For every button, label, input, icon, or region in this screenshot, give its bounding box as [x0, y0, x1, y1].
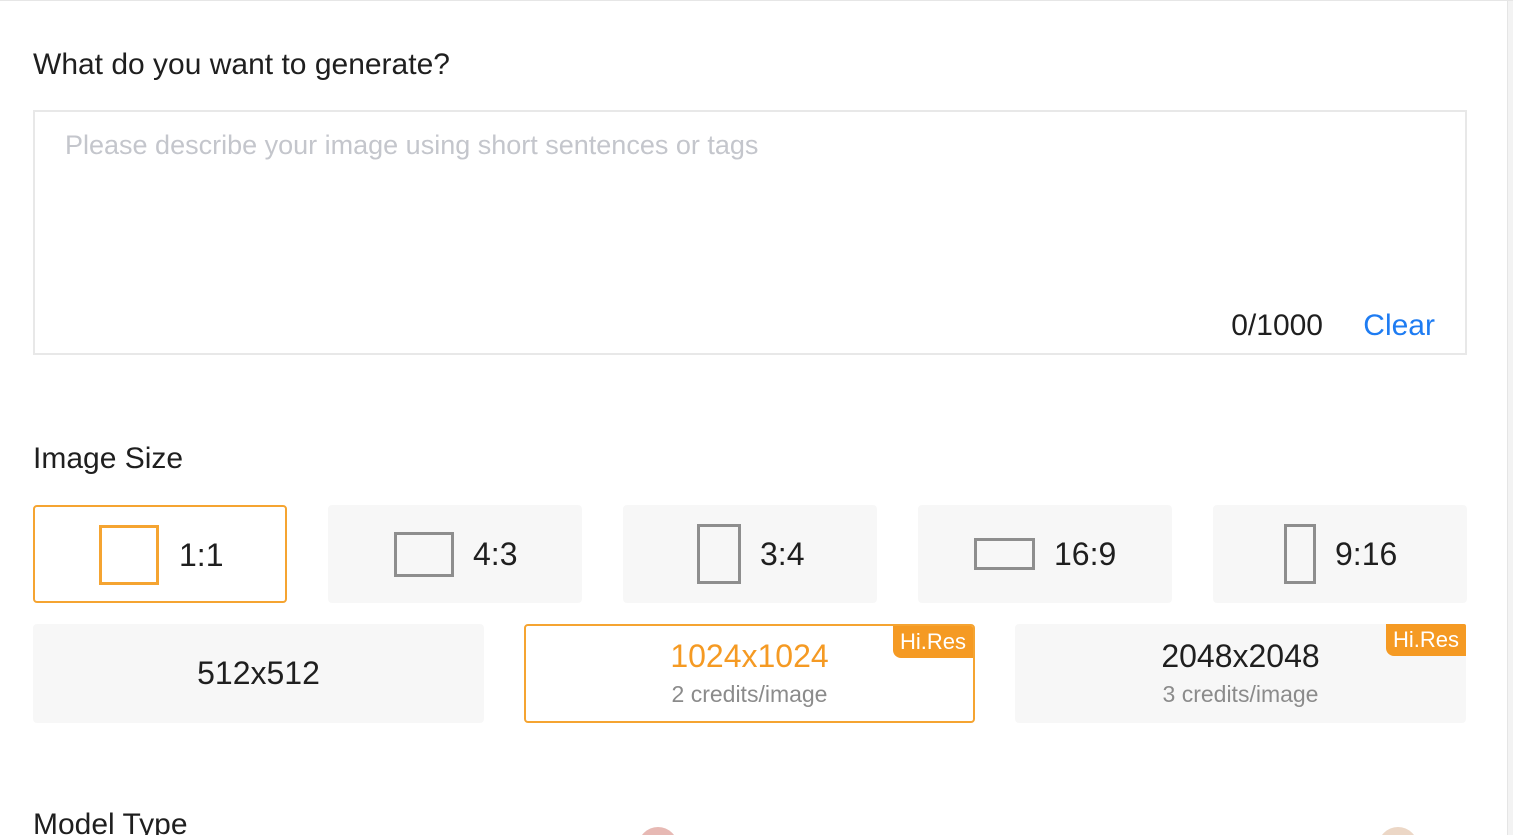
portrait-3-4-ratio-icon	[697, 524, 741, 584]
resolution-options: 512x512 1024x1024 2 credits/image Hi.Res…	[33, 624, 1467, 723]
resolution-option-512[interactable]: 512x512	[33, 624, 484, 723]
generator-panel: What do you want to generate? 0/1000 Cle…	[0, 0, 1513, 835]
ratio-label: 9:16	[1335, 536, 1398, 572]
landscape-16-9-ratio-icon	[974, 538, 1035, 570]
resolution-option-2048[interactable]: 2048x2048 3 credits/image Hi.Res	[1015, 624, 1466, 723]
resolution-label: 512x512	[197, 655, 320, 691]
ratio-option-1-1[interactable]: 1:1	[33, 505, 287, 603]
model-type-title: Model Type	[33, 808, 188, 835]
hi-res-badge: Hi.Res	[1385, 624, 1466, 656]
square-ratio-icon	[99, 525, 159, 585]
ratio-option-9-16[interactable]: 9:16	[1213, 505, 1467, 603]
hi-res-badge: Hi.Res	[892, 626, 973, 658]
ratio-label: 16:9	[1054, 536, 1117, 572]
prompt-box: 0/1000 Clear	[33, 110, 1467, 355]
ratio-option-3-4[interactable]: 3:4	[623, 505, 877, 603]
portrait-9-16-ratio-icon	[1284, 524, 1316, 584]
ratio-option-4-3[interactable]: 4:3	[328, 505, 582, 603]
character-counter: 0/1000	[1231, 309, 1323, 342]
landscape-4-3-ratio-icon	[394, 532, 454, 577]
image-size-title: Image Size	[33, 442, 184, 475]
credits-label: 2 credits/image	[671, 681, 828, 707]
credits-label: 3 credits/image	[1162, 681, 1319, 707]
prompt-section-title: What do you want to generate?	[33, 48, 450, 81]
scrollbar-track[interactable]	[1507, 1, 1513, 835]
model-thumbnail-image[interactable]	[638, 827, 678, 835]
resolution-option-1024[interactable]: 1024x1024 2 credits/image Hi.Res	[524, 624, 975, 723]
ratio-label: 3:4	[760, 536, 805, 572]
ratio-label: 1:1	[179, 537, 224, 573]
ratio-option-16-9[interactable]: 16:9	[918, 505, 1172, 603]
ratio-label: 4:3	[473, 536, 518, 572]
clear-button[interactable]: Clear	[1363, 308, 1435, 344]
model-thumbnail-image[interactable]	[1378, 827, 1418, 835]
aspect-ratio-options: 1:1 4:3 3:4 16:9 9:16	[33, 505, 1467, 603]
